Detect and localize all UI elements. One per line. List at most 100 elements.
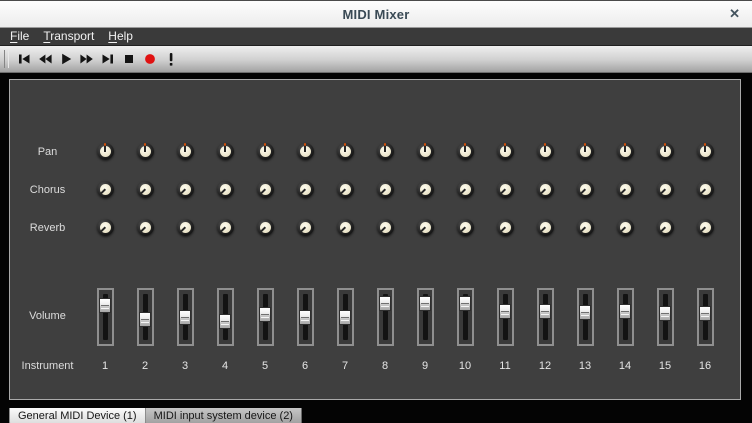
chorus-knob-13[interactable]: [577, 181, 594, 198]
pan-knob-4[interactable]: [217, 143, 234, 160]
pan-knob-8[interactable]: [377, 143, 394, 160]
chorus-knob-6[interactable]: [297, 181, 314, 198]
titlebar[interactable]: MIDI Mixer ✕: [0, 1, 752, 28]
pan-knob-13[interactable]: [577, 143, 594, 160]
volume-slider-8[interactable]: [377, 288, 394, 346]
device-tab-2[interactable]: MIDI input system device (2): [145, 408, 302, 423]
reverb-knob-3[interactable]: [177, 219, 194, 236]
slider-handle[interactable]: [379, 296, 391, 311]
slider-handle[interactable]: [179, 310, 191, 325]
menu-help[interactable]: Help: [101, 28, 140, 45]
stop-button[interactable]: [118, 48, 139, 70]
slider-handle[interactable]: [259, 307, 271, 322]
chorus-knob-14[interactable]: [617, 181, 634, 198]
slider-handle[interactable]: [499, 304, 511, 319]
slider-handle[interactable]: [139, 312, 151, 327]
chorus-knob-7[interactable]: [337, 181, 354, 198]
volume-slider-11[interactable]: [497, 288, 514, 346]
reverb-knob-13[interactable]: [577, 219, 594, 236]
volume-slider-12[interactable]: [537, 288, 554, 346]
volume-slider-15[interactable]: [657, 288, 674, 346]
volume-slider-7[interactable]: [337, 288, 354, 346]
menu-file[interactable]: File: [3, 28, 36, 45]
pan-knob-11[interactable]: [497, 143, 514, 160]
chorus-knob-9[interactable]: [417, 181, 434, 198]
reverb-knob-8[interactable]: [377, 219, 394, 236]
chorus-knob-12[interactable]: [537, 181, 554, 198]
close-icon[interactable]: ✕: [729, 1, 740, 27]
chorus-knob-5[interactable]: [257, 181, 274, 198]
channel-12-cell: [525, 143, 565, 160]
chorus-knob-1[interactable]: [97, 181, 114, 198]
slider-handle[interactable]: [699, 306, 711, 321]
fast-forward-button[interactable]: [76, 48, 97, 70]
pan-knob-10[interactable]: [457, 143, 474, 160]
pan-knob-14[interactable]: [617, 143, 634, 160]
reverb-knob-4[interactable]: [217, 219, 234, 236]
volume-slider-14[interactable]: [617, 288, 634, 346]
volume-slider-4[interactable]: [217, 288, 234, 346]
pan-knob-6[interactable]: [297, 143, 314, 160]
reverb-knob-9[interactable]: [417, 219, 434, 236]
chorus-knob-2[interactable]: [137, 181, 154, 198]
slider-handle[interactable]: [219, 314, 231, 329]
chorus-knob-11[interactable]: [497, 181, 514, 198]
slider-handle[interactable]: [459, 296, 471, 311]
chorus-knob-16[interactable]: [697, 181, 714, 198]
chorus-knob-3[interactable]: [177, 181, 194, 198]
pan-knob-15[interactable]: [657, 143, 674, 160]
panic-button[interactable]: [160, 48, 181, 70]
reverb-knob-10[interactable]: [457, 219, 474, 236]
reverb-knob-16[interactable]: [697, 219, 714, 236]
skip-to-start-button[interactable]: [13, 48, 34, 70]
pan-knob-12[interactable]: [537, 143, 554, 160]
rewind-button[interactable]: [34, 48, 55, 70]
chorus-knob-4[interactable]: [217, 181, 234, 198]
pan-knob-7[interactable]: [337, 143, 354, 160]
reverb-knob-15[interactable]: [657, 219, 674, 236]
record-button[interactable]: [139, 48, 160, 70]
volume-slider-5[interactable]: [257, 288, 274, 346]
reverb-knob-5[interactable]: [257, 219, 274, 236]
knob-pointer: [144, 145, 146, 152]
play-button[interactable]: [55, 48, 76, 70]
reverb-knob-12[interactable]: [537, 219, 554, 236]
reverb-knob-14[interactable]: [617, 219, 634, 236]
chorus-knob-10[interactable]: [457, 181, 474, 198]
volume-slider-2[interactable]: [137, 288, 154, 346]
slider-handle[interactable]: [579, 305, 591, 320]
slider-handle[interactable]: [299, 310, 311, 325]
volume-slider-6[interactable]: [297, 288, 314, 346]
slider-handle[interactable]: [419, 296, 431, 311]
menu-transport[interactable]: Transport: [36, 28, 101, 45]
slider-handle[interactable]: [659, 306, 671, 321]
reverb-knob-1[interactable]: [97, 219, 114, 236]
device-tab-1[interactable]: General MIDI Device (1): [9, 408, 146, 423]
slider-handle[interactable]: [99, 298, 111, 313]
pan-knob-2[interactable]: [137, 143, 154, 160]
chorus-knob-8[interactable]: [377, 181, 394, 198]
volume-slider-9[interactable]: [417, 288, 434, 346]
pan-knob-1[interactable]: [97, 143, 114, 160]
pan-knob-5[interactable]: [257, 143, 274, 160]
slider-handle[interactable]: [339, 310, 351, 325]
volume-slider-1[interactable]: [97, 288, 114, 346]
pan-knob-3[interactable]: [177, 143, 194, 160]
slider-handle[interactable]: [539, 304, 551, 319]
skip-to-end-button[interactable]: [97, 48, 118, 70]
slider-handle-groove: [261, 314, 269, 318]
volume-slider-10[interactable]: [457, 288, 474, 346]
toolbar-handle-icon[interactable]: [4, 50, 9, 68]
chorus-knob-15[interactable]: [657, 181, 674, 198]
volume-slider-16[interactable]: [697, 288, 714, 346]
reverb-knob-7[interactable]: [337, 219, 354, 236]
channel-15-cell: [645, 219, 685, 236]
volume-slider-13[interactable]: [577, 288, 594, 346]
reverb-knob-6[interactable]: [297, 219, 314, 236]
pan-knob-16[interactable]: [697, 143, 714, 160]
reverb-knob-11[interactable]: [497, 219, 514, 236]
slider-handle[interactable]: [619, 304, 631, 319]
volume-slider-3[interactable]: [177, 288, 194, 346]
pan-knob-9[interactable]: [417, 143, 434, 160]
reverb-knob-2[interactable]: [137, 219, 154, 236]
